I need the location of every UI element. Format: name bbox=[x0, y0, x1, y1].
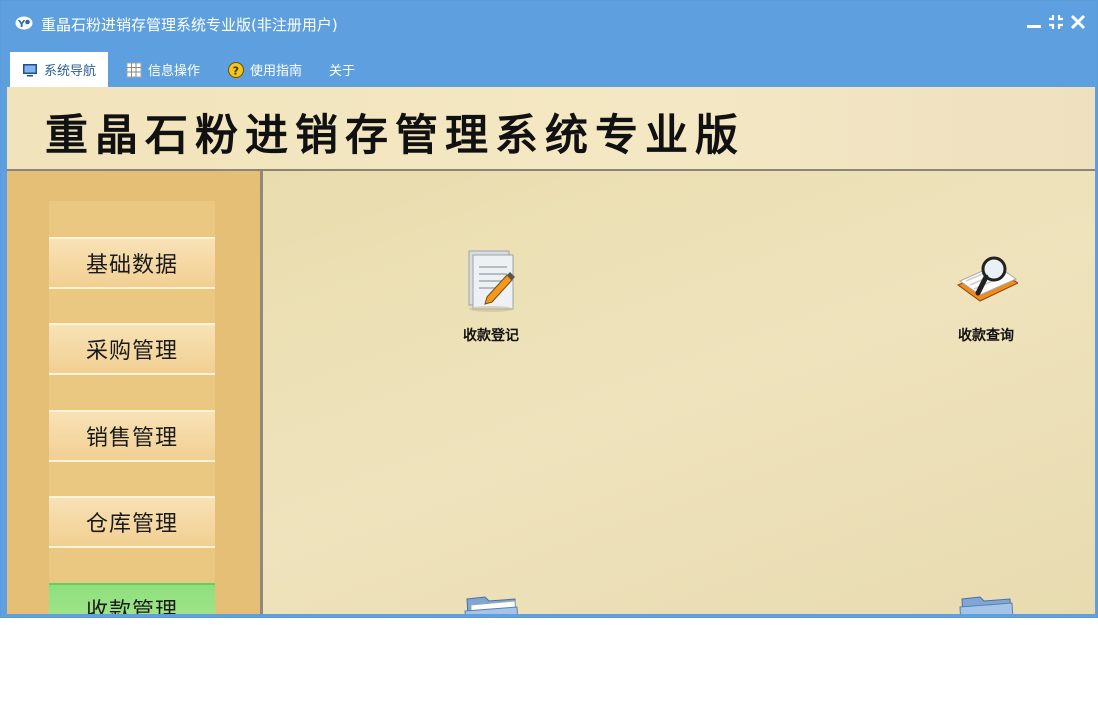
menu-user-guide[interactable]: ? 使用指南 bbox=[228, 52, 302, 87]
svg-text:Y: Y bbox=[17, 19, 26, 30]
monitor-icon bbox=[22, 63, 37, 76]
func-item-4[interactable] bbox=[931, 591, 1041, 614]
menu-label: 系统导航 bbox=[43, 64, 96, 79]
banner-title: 重晶石粉进销存管理系统专业版 bbox=[45, 111, 745, 161]
func-label: 收款查询 bbox=[958, 328, 1014, 344]
book-search-icon bbox=[956, 256, 1018, 302]
nav-label: 采购管理 bbox=[85, 339, 178, 364]
sidebar: 基础数据 采购管理 销售管理 仓库管理 收款管理 bbox=[7, 171, 263, 614]
window-title: 重晶石粉进销存管理系统专业版(非注册用户) bbox=[41, 16, 338, 34]
function-panel: 收款登记 收款查询 bbox=[263, 171, 1095, 614]
app-logo-icon: Y bbox=[15, 16, 33, 30]
help-icon: ? bbox=[228, 61, 244, 78]
menu-bar: 系统导航 信息操作 ? 使用指南 关于 bbox=[1, 45, 1097, 87]
menu-label: 关于 bbox=[329, 64, 356, 79]
func-payment-query[interactable]: 收款查询 bbox=[931, 247, 1041, 357]
svg-text:?: ? bbox=[233, 64, 239, 77]
document-edit-icon bbox=[468, 250, 515, 312]
nav-label: 基础数据 bbox=[85, 253, 178, 278]
nav-receivables[interactable]: 收款管理 bbox=[49, 583, 215, 614]
nav-sales[interactable]: 销售管理 bbox=[49, 410, 215, 462]
menu-label: 使用指南 bbox=[250, 64, 303, 79]
menu-label: 信息操作 bbox=[148, 64, 201, 79]
menu-info-ops[interactable]: 信息操作 bbox=[126, 52, 200, 87]
title-bar: Y 重晶石粉进销存管理系统专业版(非注册用户) bbox=[1, 1, 1097, 45]
nav-label: 仓库管理 bbox=[85, 512, 178, 537]
content-area: 重晶石粉进销存管理系统专业版 基础数据 采购管理 销售管理 仓库管理 收款管理 bbox=[7, 87, 1095, 614]
folder-icon bbox=[959, 596, 1014, 614]
banner: 重晶石粉进销存管理系统专业版 bbox=[7, 87, 1095, 171]
func-payment-register[interactable]: 收款登记 bbox=[436, 247, 546, 357]
nav-warehouse[interactable]: 仓库管理 bbox=[49, 496, 215, 548]
menu-about[interactable]: 关于 bbox=[329, 52, 355, 87]
grid-icon bbox=[126, 62, 142, 77]
nav-basic-data[interactable]: 基础数据 bbox=[49, 237, 215, 289]
nav-label: 收款管理 bbox=[85, 599, 178, 614]
func-item-3[interactable] bbox=[436, 591, 546, 614]
folder-icon bbox=[464, 596, 518, 614]
restore-icon[interactable] bbox=[1047, 13, 1065, 31]
func-label: 收款登记 bbox=[463, 328, 519, 344]
nav-purchase[interactable]: 采购管理 bbox=[49, 323, 215, 375]
nav-label: 销售管理 bbox=[85, 426, 178, 451]
minimize-icon[interactable] bbox=[1025, 13, 1043, 31]
menu-system-nav[interactable]: 系统导航 bbox=[10, 52, 108, 87]
close-icon[interactable] bbox=[1069, 13, 1087, 31]
app-window: Y 重晶石粉进销存管理系统专业版(非注册用户) 系统导航 信息操作 ? 使用指南… bbox=[0, 0, 1098, 618]
